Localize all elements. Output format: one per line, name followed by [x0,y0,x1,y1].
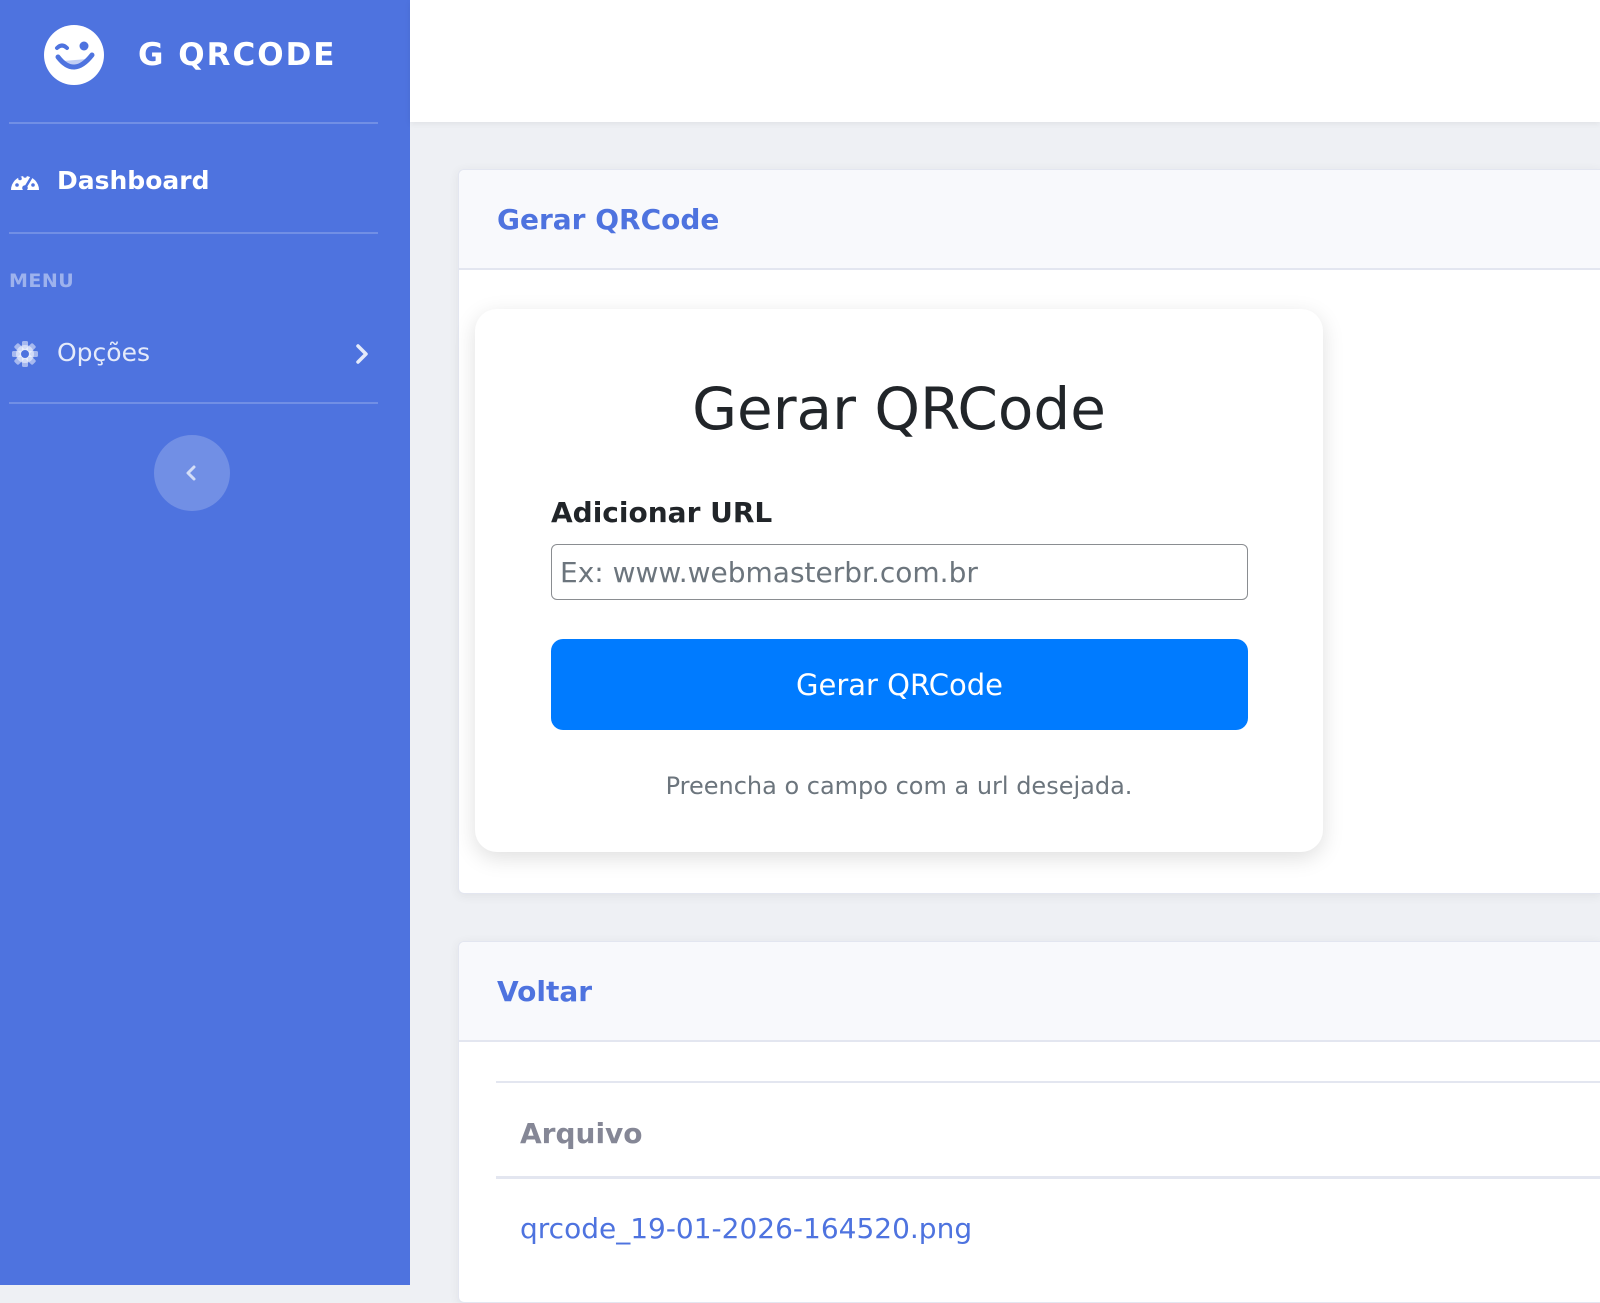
card-header: Voltar [459,942,1600,1042]
table-border [496,1081,1600,1083]
gear-icon [12,341,38,367]
file-download-link[interactable]: qrcode_19-01-2026-164520.png [520,1212,972,1245]
sidebar-item-dashboard[interactable]: Dashboard [0,154,410,210]
back-link[interactable]: Voltar [497,975,592,1008]
qrcode-form: Gerar QRCode Adicionar URL Gerar QRCode … [475,309,1323,852]
topbar [410,0,1600,122]
table-header-file: Arquivo [520,1117,643,1150]
sidebar-divider [9,122,378,124]
files-card: Voltar Arquivo qrcode_19-01-2026-164520.… [458,941,1600,1303]
url-label: Adicionar URL [551,496,773,529]
sidebar: G QRCODE Dashboard MENU Opções [0,0,410,1285]
generate-qrcode-button[interactable]: Gerar QRCode [551,639,1248,730]
sidebar-divider [9,402,378,404]
sidebar-divider [9,232,378,234]
form-heading: Gerar QRCode [692,375,1106,443]
sidebar-heading: MENU [9,270,75,292]
help-text: Preencha o campo com a url desejada. [665,772,1133,800]
brand-name: G QRCODE [138,37,337,73]
brand-link[interactable]: G QRCODE [0,0,410,123]
card-title: Gerar QRCode [497,203,720,236]
sidebar-item-options[interactable]: Opções [0,326,410,382]
sidebar-item-label: Dashboard [57,166,210,195]
tachometer-icon [11,174,39,191]
generate-qrcode-card: Gerar QRCode Gerar QRCode Adicionar URL … [458,169,1600,894]
winking-face-icon [44,25,104,85]
chevron-left-icon [186,465,196,481]
url-input[interactable] [551,544,1248,600]
table-header-border [496,1176,1600,1179]
sidebar-toggle-button[interactable] [154,435,230,511]
card-header: Gerar QRCode [459,170,1600,270]
sidebar-item-label: Opções [57,338,150,367]
chevron-right-icon [356,344,368,364]
